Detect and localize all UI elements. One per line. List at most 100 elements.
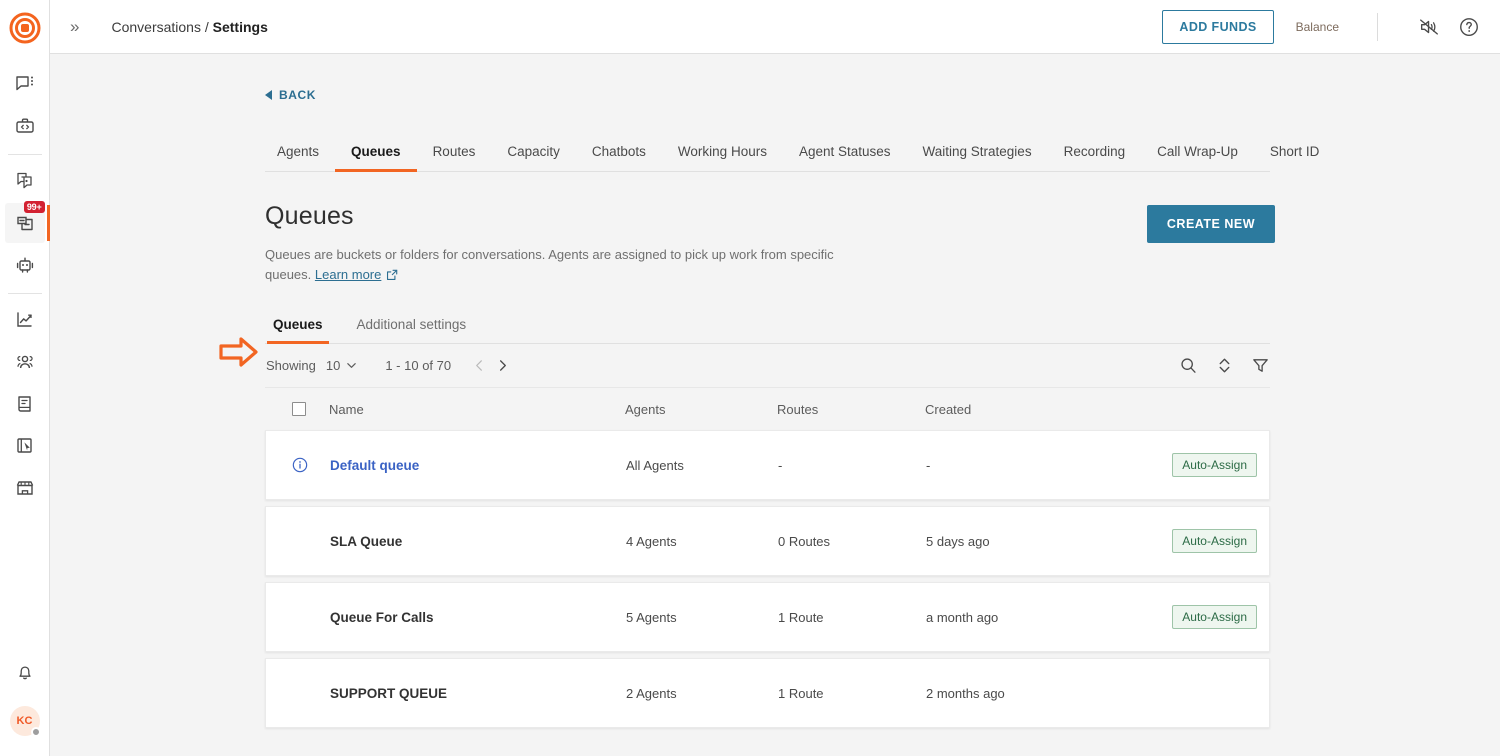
page-header-row: Queues Queues are buckets or folders for… [265, 202, 1275, 287]
chat-bubble-icon [15, 76, 33, 91]
page-size-value: 10 [325, 358, 341, 373]
storefront-icon [16, 481, 33, 495]
subtab-queues[interactable]: Queues [267, 313, 329, 344]
queues-table-body: Default queue All Agents - - Auto-Assign… [265, 430, 1270, 728]
breadcrumb-separator: / [204, 18, 209, 35]
table-row[interactable]: Default queue All Agents - - Auto-Assign [265, 430, 1270, 500]
balance-label: Balance [1295, 19, 1339, 34]
settings-page: BACK Agents Queues Routes Capacity Chatb… [219, 54, 1319, 728]
copy-chat-icon [16, 172, 32, 189]
table-toolbar: Showing 10 1 - 10 of 70 [265, 344, 1270, 388]
back-button[interactable]: BACK [265, 88, 316, 102]
chevron-down-icon [347, 363, 357, 368]
cursor-board-icon [16, 438, 32, 453]
tab-agent-statuses[interactable]: Agent Statuses [783, 138, 907, 172]
row-routes: 1 Route [778, 685, 824, 701]
chevron-left-icon [476, 360, 483, 371]
inbox-tray-icon [16, 216, 33, 231]
row-name[interactable]: Default queue [330, 458, 626, 473]
notifications-button[interactable] [5, 652, 45, 692]
sidebar-item-contacts[interactable] [5, 342, 45, 382]
orange-arrow-right-annotation [219, 336, 259, 373]
table-header-row: Name Agents Routes Created [265, 388, 1270, 430]
learn-more-link[interactable]: Learn more [315, 267, 381, 282]
triangle-left-icon [265, 90, 272, 100]
external-link-icon [386, 267, 398, 287]
row-name[interactable]: Queue For Calls [330, 610, 626, 625]
breadcrumb-root[interactable]: Conversations [111, 19, 201, 35]
robot-icon [16, 257, 33, 273]
app-root: 99+ KC » Conversations / Settings ADD FU… [0, 0, 1500, 756]
sort-updown-icon [1219, 358, 1230, 373]
table-row[interactable]: SUPPORT QUEUE 2 Agents 1 Route 2 months … [265, 658, 1270, 728]
tab-chatbots[interactable]: Chatbots [576, 138, 662, 172]
search-button[interactable] [1179, 356, 1198, 375]
queues-subtab-strip: Queues Additional settings [265, 313, 1270, 344]
row-agents: 2 Agents [626, 685, 677, 701]
row-created: 2 months ago [926, 685, 1005, 701]
line-chart-icon [16, 312, 32, 327]
tab-waiting-strategies[interactable]: Waiting Strategies [907, 138, 1048, 172]
sidebar-item-broadcast[interactable] [5, 161, 45, 201]
tab-call-wrap-up[interactable]: Call Wrap-Up [1141, 138, 1254, 172]
table-row[interactable]: Queue For Calls 5 Agents 1 Route a month… [265, 582, 1270, 652]
select-all-checkbox[interactable] [292, 402, 306, 416]
page-size-select[interactable]: 10 [326, 358, 357, 373]
tab-queues[interactable]: Queues [335, 138, 417, 172]
tab-routes[interactable]: Routes [417, 138, 492, 172]
row-info-cell [266, 456, 330, 474]
column-header-created[interactable]: Created [925, 402, 1105, 417]
sidebar-item-knowledge-base[interactable] [5, 384, 45, 424]
tab-recording[interactable]: Recording [1048, 138, 1142, 172]
pagination-range: 1 - 10 of 70 [385, 358, 452, 373]
row-routes: 0 Routes [778, 533, 831, 549]
sidebar-item-inbox[interactable]: 99+ [4, 201, 50, 243]
filter-button[interactable] [1251, 356, 1270, 375]
row-name[interactable]: SUPPORT QUEUE [330, 686, 626, 701]
sidebar-item-marketplace[interactable] [5, 468, 45, 508]
sidebar-item-developer[interactable] [5, 106, 45, 146]
column-header-agents[interactable]: Agents [625, 402, 777, 417]
question-circle-icon [1460, 17, 1478, 36]
rail-divider-2 [7, 293, 42, 294]
tab-agents[interactable]: Agents [265, 138, 335, 172]
sidebar-item-conversations[interactable] [5, 64, 45, 104]
user-avatar[interactable]: KC [9, 706, 41, 737]
sidebar-item-flows[interactable] [5, 426, 45, 466]
sidebar-item-chatbot[interactable] [5, 245, 45, 285]
rail-bottom-group: KC [5, 652, 45, 756]
sort-button[interactable] [1216, 356, 1233, 375]
rail-group-tools [0, 300, 49, 508]
speaker-muted-icon [1420, 18, 1438, 35]
row-name[interactable]: SLA Queue [330, 534, 626, 549]
status-badge: Auto-Assign [1172, 453, 1257, 477]
sidebar-item-analytics[interactable] [5, 300, 45, 340]
page-title: Queues [265, 202, 354, 230]
app-logo[interactable] [7, 10, 43, 46]
header-divider [1377, 12, 1378, 41]
expand-sidebar-button[interactable]: » [64, 18, 85, 35]
row-agents: 5 Agents [626, 609, 677, 625]
tab-working-hours[interactable]: Working Hours [662, 138, 783, 172]
chevron-right-icon [500, 360, 507, 371]
prev-page-button[interactable] [473, 359, 486, 372]
info-circle-icon[interactable] [291, 456, 309, 474]
content-scroll-area: BACK Agents Queues Routes Capacity Chatb… [50, 54, 1500, 756]
back-label: BACK [279, 88, 317, 102]
tab-short-id[interactable]: Short ID [1254, 138, 1336, 172]
column-header-name[interactable]: Name [329, 402, 625, 417]
create-new-button[interactable]: CREATE NEW [1146, 205, 1275, 243]
breadcrumb-current: Settings [212, 18, 268, 35]
tab-capacity[interactable]: Capacity [491, 138, 576, 172]
column-header-routes[interactable]: Routes [777, 402, 925, 417]
table-row[interactable]: SLA Queue 4 Agents 0 Routes 5 days ago A… [265, 506, 1270, 576]
help-button[interactable] [1458, 16, 1480, 38]
mute-button[interactable] [1418, 16, 1440, 38]
row-badge-cell: Auto-Assign [1106, 605, 1269, 629]
next-page-button[interactable] [496, 359, 509, 372]
add-funds-button[interactable]: ADD FUNDS [1162, 9, 1274, 44]
rail-group-primary [0, 64, 49, 146]
top-header-bar: » Conversations / Settings ADD FUNDS Bal… [50, 0, 1500, 54]
page-description: Queues are buckets or folders for conver… [265, 245, 865, 287]
subtab-additional-settings[interactable]: Additional settings [351, 313, 473, 344]
